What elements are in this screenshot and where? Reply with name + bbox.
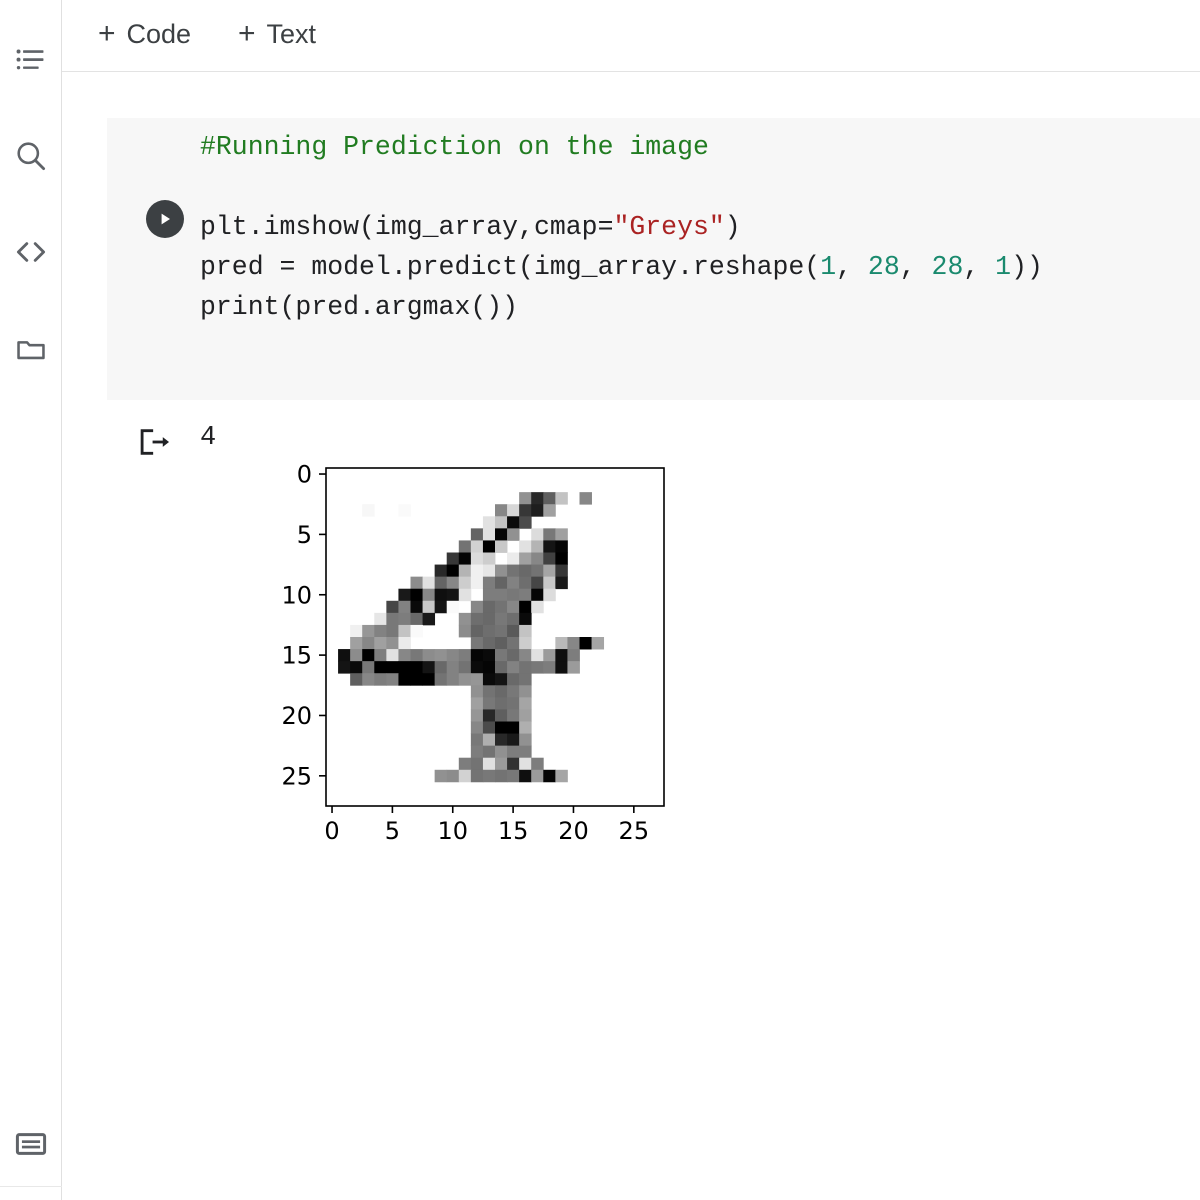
- sidebar-item-code-snippets[interactable]: [0, 228, 61, 276]
- y-tick-label: 15: [281, 642, 312, 670]
- list-icon: [14, 43, 48, 77]
- terminal-icon: [14, 1127, 48, 1161]
- matplotlib-figure: 0 5 10 15 20 25 0 5 10 15 20 25: [202, 458, 742, 978]
- y-tick-label: 10: [281, 581, 312, 609]
- sidebar-item-files[interactable]: [0, 326, 61, 374]
- imshow-axes: 0 5 10 15 20 25 0 5 10 15 20 25: [281, 461, 665, 845]
- run-cell-button[interactable]: [146, 200, 184, 238]
- plus-icon: +: [98, 17, 116, 50]
- x-tick-label: 0: [324, 817, 339, 845]
- add-code-label: Code: [126, 18, 192, 49]
- sidebar-divider: [0, 1186, 62, 1187]
- sidebar-item-table-of-contents[interactable]: [0, 36, 61, 84]
- plus-icon: +: [238, 17, 256, 50]
- search-icon: [13, 138, 49, 174]
- folder-icon: [14, 333, 48, 367]
- code-token-plain: pred = model.predict(img_array.reshape(: [200, 251, 821, 282]
- sidebar-item-terminal[interactable]: [0, 1120, 61, 1168]
- sidebar-item-search[interactable]: [0, 132, 61, 180]
- add-code-cell-button[interactable]: + Code: [90, 14, 199, 54]
- code-token-plain: ): [724, 211, 741, 242]
- add-text-label: Text: [266, 18, 317, 49]
- x-tick-label: 10: [437, 817, 468, 845]
- output-arrow-icon: [137, 425, 171, 459]
- code-brackets-icon: [13, 234, 49, 270]
- notebook-scroll-area: #Running Prediction on the image plt.ims…: [62, 73, 1200, 1200]
- code-token-plain: ,: [836, 251, 868, 282]
- x-tick-label: 25: [619, 817, 650, 845]
- play-icon: [156, 210, 174, 228]
- left-sidebar: [0, 0, 62, 1200]
- code-token-number: 28: [867, 251, 900, 282]
- code-token-string: "Greys": [613, 211, 725, 242]
- y-tick-label: 0: [297, 461, 312, 489]
- code-token-plain: print(pred.argmax()): [200, 291, 519, 322]
- add-text-cell-button[interactable]: + Text: [230, 14, 324, 54]
- code-token-number: 1: [820, 251, 837, 282]
- code-token-plain: )): [1011, 251, 1043, 282]
- y-tick-label: 25: [281, 762, 312, 790]
- code-token-plain: plt.imshow(img_array,cmap=: [200, 211, 614, 242]
- code-token-plain: ,: [963, 251, 996, 282]
- code-editor-content[interactable]: #Running Prediction on the image plt.ims…: [200, 127, 1043, 327]
- x-tick-label: 5: [385, 817, 400, 845]
- y-tick-label: 5: [297, 521, 312, 549]
- x-tick-label: 15: [498, 817, 529, 845]
- y-tick-label: 20: [281, 702, 312, 730]
- colab-notebook-window: + Code + Text #Running Prediction on the…: [0, 0, 1200, 1200]
- code-token-comment: #Running Prediction on the image: [200, 131, 709, 162]
- code-token-plain: ,: [899, 251, 932, 282]
- x-tick-label: 20: [558, 817, 589, 845]
- notebook-toolbar: + Code + Text: [62, 0, 1200, 72]
- output-printed-value: 4: [200, 423, 217, 453]
- code-token-number: 1: [995, 251, 1012, 282]
- code-token-number: 28: [931, 251, 964, 282]
